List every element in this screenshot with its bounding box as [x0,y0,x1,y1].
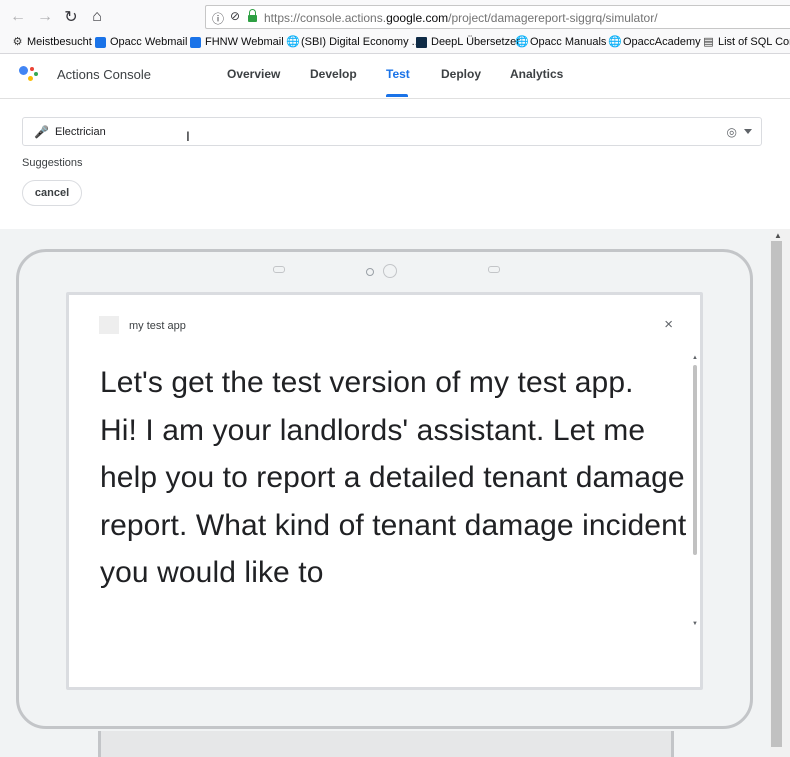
smart-display-frame: my test app × Let's get the test version… [16,249,753,729]
active-tab-indicator [386,94,408,97]
app-name: my test app [129,320,186,332]
globe-icon: 🌐 [286,35,300,48]
chevron-down-icon[interactable] [744,129,752,134]
suggestions-label: Suggestions [22,157,83,169]
page-scrollbar[interactable]: ▲ [770,229,790,757]
reload-icon[interactable]: ↻ [61,7,81,27]
bookmarks-bar: ⚙ Meistbesucht Opacc Webmail FHNW Webmail… [0,33,790,54]
globe-icon: 🌐 [515,35,529,48]
tab-overview[interactable]: Overview [227,67,280,81]
camera-icon [366,268,374,276]
response-line: Hi! I am your landlords' assistant. Let … [100,413,687,590]
tab-test[interactable]: Test [386,67,410,81]
device-screen: my test app × Let's get the test version… [66,292,703,690]
bookmark-item[interactable]: DeepL Übersetzer [416,36,520,48]
home-icon[interactable]: ⌂ [87,7,107,27]
bookmark-item[interactable]: ▤List of SQL Com [703,36,790,48]
bookmark-item[interactable]: 🌐 Opacc Manuals [515,36,606,48]
outlook-icon [95,36,106,48]
deepl-icon [416,36,427,48]
sensor-icon [488,266,500,273]
query-input-value[interactable]: Electrician [55,126,106,138]
simulator-area: my test app × Let's get the test version… [0,229,770,757]
tab-develop[interactable]: Develop [310,67,357,81]
response-line: Let's get the test version of my test ap… [100,366,634,399]
scroll-down-icon[interactable]: ▼ [692,621,698,627]
bookmark-item[interactable]: Opacc Webmail [95,36,187,48]
bookmark-item[interactable]: 🌐 OpaccAcademy [608,36,701,48]
bookmark-item[interactable]: ⚙ Meistbesucht [12,36,92,48]
scroll-up-icon[interactable]: ▲ [774,231,782,240]
forward-arrow-icon[interactable]: → [35,7,55,27]
device-stand [98,731,674,757]
scroll-thumb[interactable] [693,365,697,555]
gear-icon: ⚙ [12,35,23,48]
text-cursor-icon: I [186,128,190,144]
tab-analytics[interactable]: Analytics [510,67,563,81]
globe-icon: 🌐 [608,35,622,48]
sensor-icon [273,266,285,273]
bookmark-item[interactable]: 🌐 (SBI) Digital Economy ... [286,36,421,48]
app-avatar [99,316,119,334]
lock-icon [248,9,257,22]
suggestion-chip-cancel[interactable]: cancel [22,180,82,206]
app-title: Actions Console [57,67,151,82]
scroll-thumb[interactable] [771,241,782,747]
tab-deploy[interactable]: Deploy [441,67,481,81]
assistant-response: Let's get the test version of my test ap… [100,359,690,621]
app-header: Actions Console Overview Develop Test De… [0,54,790,99]
camera-ring-icon [383,264,397,278]
close-icon[interactable]: × [664,316,673,333]
query-input[interactable]: 🎤 Electrician ◎ [22,117,762,146]
browser-toolbar: ← → ↻ ⌂ ⓘ ⊘ https://console.actions.goog… [0,0,790,33]
tracking-protection-icon[interactable]: ⊘ [230,9,240,23]
mic-off-icon[interactable]: 🎤 [34,125,49,139]
url-bar[interactable]: ⓘ ⊘ https://console.actions.google.com/p… [205,5,790,29]
scroll-up-icon[interactable]: ▲ [692,355,698,361]
url-text[interactable]: https://console.actions.google.com/proje… [264,11,658,25]
page-icon: ▤ [703,35,714,48]
site-info-icon[interactable]: ⓘ [212,10,224,27]
response-scrollbar[interactable]: ▲ ▼ [692,355,698,627]
back-arrow-icon[interactable]: ← [8,7,28,27]
input-mode-icon[interactable]: ◎ [727,125,737,139]
google-assistant-logo-icon [19,64,41,86]
outlook-icon [190,36,201,48]
bookmark-item[interactable]: FHNW Webmail [190,36,284,48]
